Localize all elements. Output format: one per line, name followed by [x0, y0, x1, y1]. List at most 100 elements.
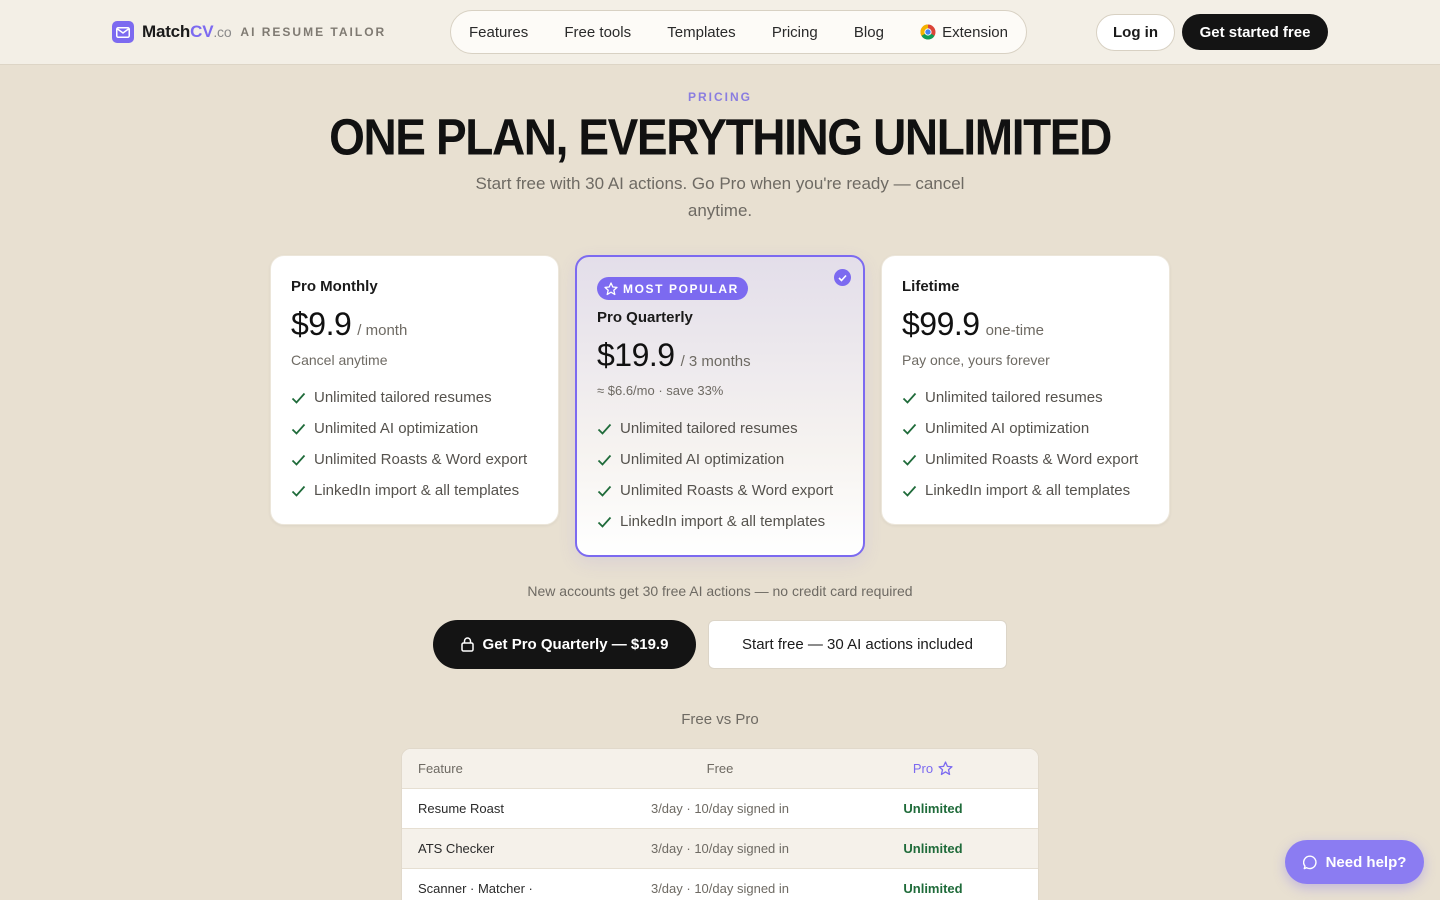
- plan-card-quarterly[interactable]: MOST POPULAR Pro Quarterly $19.9 / 3 mon…: [575, 255, 865, 557]
- feature-text: Unlimited Roasts & Word export: [314, 451, 528, 468]
- get-pro-button[interactable]: Get Pro Quarterly — $19.9: [433, 620, 696, 669]
- page-subtitle: Start free with 30 AI actions. Go Pro wh…: [475, 174, 965, 220]
- nav-item-blog[interactable]: Blog: [854, 24, 884, 41]
- feature-item: LinkedIn import & all templates: [291, 475, 527, 506]
- plan-price: $9.9 / month: [291, 306, 407, 343]
- mail-icon: [112, 21, 134, 43]
- feature-text: Unlimited Roasts & Word export: [925, 451, 1139, 468]
- brand-tagline: AI RESUME TAILOR: [240, 25, 387, 39]
- compare-table: Feature Free Pro Resume Roast 3/day · 10…: [401, 748, 1039, 900]
- cell-pro: Unlimited: [903, 881, 963, 896]
- plan-card-lifetime[interactable]: Lifetime $99.9 one-time Pay once, yours …: [881, 255, 1170, 525]
- nav-item-free-tools[interactable]: Free tools: [564, 24, 631, 41]
- check-icon: [291, 392, 306, 404]
- cell-pro: Unlimited: [903, 841, 963, 856]
- nav-item-features[interactable]: Features: [469, 24, 528, 41]
- plan-note: ≈ $6.6/mo · save 33%: [597, 383, 724, 398]
- popular-badge-label: MOST POPULAR: [623, 281, 739, 296]
- plan-price: $19.9 / 3 months: [597, 337, 751, 374]
- feature-list: Unlimited tailored resumes Unlimited AI …: [902, 382, 1138, 506]
- start-free-button[interactable]: Start free — 30 AI actions included: [708, 620, 1007, 669]
- feature-item: Unlimited Roasts & Word export: [597, 475, 833, 506]
- price-amount: $9.9: [291, 306, 352, 342]
- feature-item: Unlimited AI optimization: [597, 444, 833, 475]
- price-amount: $19.9: [597, 337, 675, 373]
- cell-free: 3/day · 10/day signed in: [650, 801, 790, 816]
- feature-text: Unlimited Roasts & Word export: [620, 482, 834, 499]
- cell-feature: ATS Checker: [418, 841, 495, 856]
- feature-text: Unlimited AI optimization: [925, 420, 1090, 437]
- feature-item: Unlimited Roasts & Word export: [291, 444, 527, 475]
- feature-text: LinkedIn import & all templates: [314, 482, 520, 499]
- brand-name-accent: CV: [190, 22, 214, 41]
- brand-logo[interactable]: MatchCV.co AI RESUME TAILOR: [112, 21, 386, 43]
- site-header: MatchCV.co AI RESUME TAILOR Features Fre…: [0, 0, 1440, 65]
- header-free: Free: [706, 761, 734, 776]
- brand-name: MatchCV.co: [142, 22, 232, 42]
- price-amount: $99.9: [902, 306, 980, 342]
- feature-item: Unlimited tailored resumes: [597, 413, 833, 444]
- check-icon: [902, 485, 917, 497]
- nav-item-pricing[interactable]: Pricing: [772, 24, 818, 41]
- plan-name: Lifetime: [902, 278, 960, 295]
- feature-list: Unlimited tailored resumes Unlimited AI …: [291, 382, 527, 506]
- table-header-row: Feature Free Pro: [402, 749, 1038, 789]
- feature-text: LinkedIn import & all templates: [925, 482, 1131, 499]
- feature-item: Unlimited AI optimization: [902, 413, 1138, 444]
- feature-text: Unlimited tailored resumes: [314, 389, 492, 406]
- check-icon: [902, 454, 917, 466]
- plan-name: Pro Monthly: [291, 278, 378, 295]
- feature-text: LinkedIn import & all templates: [620, 513, 826, 530]
- header-pro: Pro: [826, 761, 1038, 776]
- table-row: Resume Roast 3/day · 10/day signed in Un…: [402, 789, 1038, 829]
- feature-text: Unlimited tailored resumes: [620, 420, 798, 437]
- nav-item-templates[interactable]: Templates: [667, 24, 735, 41]
- help-button[interactable]: Need help?: [1285, 840, 1424, 884]
- check-icon: [597, 423, 612, 435]
- check-icon: [902, 392, 917, 404]
- feature-item: Unlimited AI optimization: [291, 413, 527, 444]
- table-row: Scanner · Matcher · 3/day · 10/day signe…: [402, 869, 1038, 900]
- header-feature: Feature: [418, 761, 463, 776]
- brand-name-main: Match: [142, 22, 191, 41]
- check-icon: [291, 485, 306, 497]
- feature-item: Unlimited tailored resumes: [291, 382, 527, 413]
- star-icon: [604, 281, 618, 295]
- cell-pro: Unlimited: [903, 801, 963, 816]
- cell-feature: Scanner · Matcher ·: [418, 881, 533, 896]
- get-started-button[interactable]: Get started free: [1182, 14, 1328, 50]
- cell-feature: Resume Roast: [418, 801, 504, 816]
- nav-item-extension-label: Extension: [942, 23, 1008, 41]
- nav-item-extension[interactable]: Extension: [920, 24, 1008, 41]
- feature-list: Unlimited tailored resumes Unlimited AI …: [597, 413, 833, 537]
- get-pro-button-label: Get Pro Quarterly — $19.9: [482, 636, 669, 653]
- check-circle-icon: [834, 269, 851, 286]
- check-icon: [902, 423, 917, 435]
- feature-text: Unlimited AI optimization: [620, 451, 785, 468]
- check-icon: [291, 454, 306, 466]
- compare-title: Free vs Pro: [681, 711, 759, 728]
- plan-card-monthly[interactable]: Pro Monthly $9.9 / month Cancel anytime …: [270, 255, 559, 525]
- popular-badge: MOST POPULAR: [597, 277, 748, 300]
- cell-free: 3/day · 10/day signed in: [650, 841, 790, 856]
- table-row: ATS Checker 3/day · 10/day signed in Unl…: [402, 829, 1038, 869]
- help-button-label: Need help?: [1325, 853, 1407, 871]
- chat-bubble-icon: [1302, 855, 1317, 869]
- check-icon: [597, 485, 612, 497]
- feature-item: Unlimited tailored resumes: [902, 382, 1138, 413]
- check-icon: [597, 454, 612, 466]
- star-icon: [938, 761, 953, 776]
- cell-free: 3/day · 10/day signed in: [650, 881, 790, 896]
- login-button[interactable]: Log in: [1096, 14, 1175, 51]
- feature-text: Unlimited tailored resumes: [925, 389, 1103, 406]
- feature-item: Unlimited Roasts & Word export: [902, 444, 1138, 475]
- main-nav: Features Free tools Templates Pricing Bl…: [450, 10, 1027, 54]
- header-pro-label: Pro: [912, 761, 934, 776]
- brand-name-suffix: .co: [213, 24, 232, 40]
- plan-name: Pro Quarterly: [597, 309, 693, 326]
- feature-item: LinkedIn import & all templates: [597, 506, 833, 537]
- cta-note: New accounts get 30 free AI actions — no…: [527, 583, 913, 599]
- check-icon: [291, 423, 306, 435]
- plan-price: $99.9 one-time: [902, 306, 1044, 343]
- price-period: one-time: [985, 322, 1044, 339]
